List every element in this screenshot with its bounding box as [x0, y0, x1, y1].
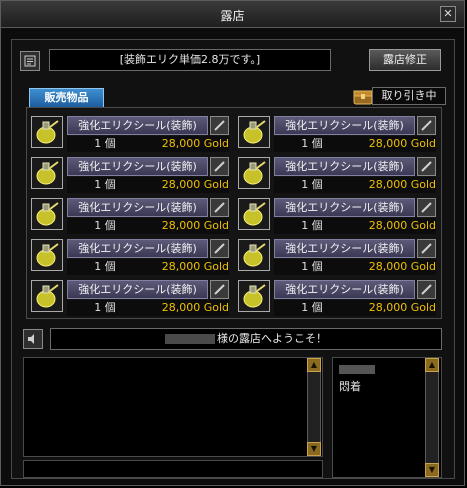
item-name[interactable]: 強化エリクシール(装飾) [274, 157, 415, 176]
speaker-icon[interactable] [23, 329, 43, 349]
item-price: 28,000 Gold [368, 219, 436, 232]
item-quantity: 1 個 [301, 178, 323, 191]
item-slot[interactable]: 強化エリクシール(装飾) 1 個 28,000 Gold [28, 113, 232, 154]
item-slot[interactable]: 強化エリクシール(装飾) 1 個 28,000 Gold [28, 195, 232, 236]
elixir-potion-icon[interactable] [238, 280, 270, 312]
item-name[interactable]: 強化エリクシール(装飾) [274, 198, 415, 217]
elixir-potion-icon[interactable] [31, 157, 63, 189]
item-quantity: 1 個 [94, 219, 116, 232]
item-price: 28,000 Gold [161, 301, 229, 314]
visitor-scrollbar[interactable]: ▲ ▼ [425, 358, 439, 477]
scroll-down-icon[interactable]: ▼ [307, 442, 321, 456]
item-price: 28,000 Gold [161, 219, 229, 232]
scroll-up-icon[interactable]: ▲ [425, 358, 439, 372]
pencil-icon[interactable] [417, 280, 436, 299]
elixir-potion-icon[interactable] [31, 116, 63, 148]
item-name[interactable]: 強化エリクシール(装飾) [67, 239, 208, 258]
item-price: 28,000 Gold [161, 260, 229, 273]
visitor-name: 悶着 [339, 380, 361, 393]
item-slot[interactable]: 強化エリクシール(装飾) 1 個 28,000 Gold [28, 236, 232, 277]
redacted-seller-name [165, 334, 215, 344]
elixir-potion-icon[interactable] [238, 239, 270, 271]
close-button[interactable]: ✕ [440, 6, 456, 22]
item-slot[interactable]: 強化エリクシール(装飾) 1 個 28,000 Gold [28, 154, 232, 195]
item-slot[interactable]: 強化エリクシール(装飾) 1 個 28,000 Gold [28, 277, 232, 318]
pencil-icon[interactable] [417, 116, 436, 135]
scroll-down-icon[interactable]: ▼ [425, 463, 439, 477]
item-name[interactable]: 強化エリクシール(装飾) [274, 116, 415, 135]
item-quantity: 1 個 [94, 301, 116, 314]
item-slot[interactable]: 強化エリクシール(装飾) 1 個 28,000 Gold [235, 277, 439, 318]
item-price: 28,000 Gold [368, 301, 436, 314]
item-name[interactable]: 強化エリクシール(装飾) [67, 198, 208, 217]
item-price: 28,000 Gold [161, 178, 229, 191]
tab-sale-items[interactable]: 販売物品 [29, 88, 104, 107]
welcome-message: 様の露店へようこそ！ [50, 328, 442, 350]
visitor-redacted [339, 364, 375, 377]
elixir-potion-icon[interactable] [31, 239, 63, 271]
item-quantity: 1 個 [94, 260, 116, 273]
item-quantity: 1 個 [301, 137, 323, 150]
edit-shop-button[interactable]: 露店修正 [369, 49, 441, 71]
shop-notice: [装飾エリク単価2.8万です。] [49, 49, 331, 71]
item-quantity: 1 個 [94, 178, 116, 191]
item-slot[interactable]: 強化エリクシール(装飾) 1 個 28,000 Gold [235, 195, 439, 236]
chat-input[interactable] [23, 460, 323, 478]
pencil-icon[interactable] [210, 116, 229, 135]
item-slot[interactable]: 強化エリクシール(装飾) 1 個 28,000 Gold [235, 113, 439, 154]
pencil-icon[interactable] [417, 157, 436, 176]
title-bar[interactable]: 露店 ✕ [1, 1, 464, 28]
item-quantity: 1 個 [301, 301, 323, 314]
trading-button[interactable]: 取り引き中 [352, 85, 446, 107]
item-price: 28,000 Gold [368, 260, 436, 273]
pencil-icon[interactable] [210, 280, 229, 299]
memo-icon[interactable] [20, 51, 40, 71]
welcome-text: 様の露店へようこそ！ [217, 332, 327, 345]
item-name[interactable]: 強化エリクシール(装飾) [67, 116, 208, 135]
window-title: 露店 [220, 9, 245, 23]
item-quantity: 1 個 [301, 260, 323, 273]
item-name[interactable]: 強化エリクシール(装飾) [67, 280, 208, 299]
pencil-icon[interactable] [417, 198, 436, 217]
chat-log[interactable] [23, 357, 323, 457]
pencil-icon[interactable] [210, 157, 229, 176]
chat-scrollbar[interactable]: ▲ ▼ [307, 358, 321, 456]
elixir-potion-icon[interactable] [238, 198, 270, 230]
pencil-icon[interactable] [210, 198, 229, 217]
elixir-potion-icon[interactable] [31, 198, 63, 230]
treasure-chest-icon [353, 90, 373, 105]
elixir-potion-icon[interactable] [31, 280, 63, 312]
scroll-up-icon[interactable]: ▲ [307, 358, 321, 372]
item-slot[interactable]: 強化エリクシール(装飾) 1 個 28,000 Gold [235, 154, 439, 195]
trading-label: 取り引き中 [372, 87, 446, 105]
pencil-icon[interactable] [417, 239, 436, 258]
pencil-icon[interactable] [210, 239, 229, 258]
item-price: 28,000 Gold [161, 137, 229, 150]
item-price: 28,000 Gold [368, 178, 436, 191]
item-name[interactable]: 強化エリクシール(装飾) [274, 239, 415, 258]
item-price: 28,000 Gold [368, 137, 436, 150]
item-quantity: 1 個 [301, 219, 323, 232]
item-quantity: 1 個 [94, 137, 116, 150]
elixir-potion-icon[interactable] [238, 116, 270, 148]
item-name[interactable]: 強化エリクシール(装飾) [274, 280, 415, 299]
item-slot[interactable]: 強化エリクシール(装飾) 1 個 28,000 Gold [235, 236, 439, 277]
elixir-potion-icon[interactable] [238, 157, 270, 189]
item-name[interactable]: 強化エリクシール(装飾) [67, 157, 208, 176]
